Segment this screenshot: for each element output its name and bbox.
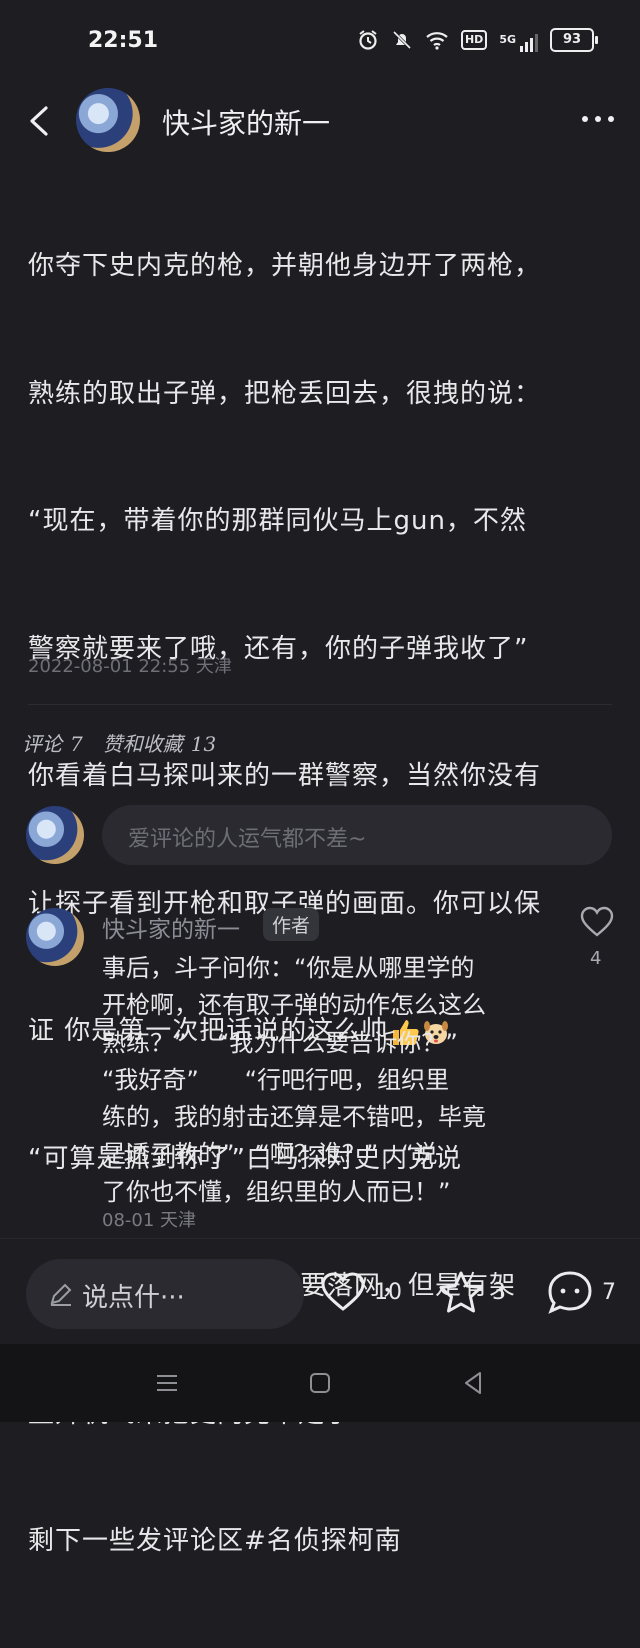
comment-input-placeholder: 爱评论的人运气都不差~: [128, 827, 367, 852]
menu-icon[interactable]: [152, 1368, 182, 1398]
comment-count: 7: [602, 1279, 616, 1305]
comment-button[interactable]: 7: [546, 1267, 616, 1317]
like-count: 10: [374, 1279, 402, 1305]
commenter-name[interactable]: 快斗家的新一: [102, 910, 240, 944]
system-nav-bar: [0, 1344, 640, 1422]
status-time: 22:51: [88, 28, 159, 53]
tab-likes[interactable]: 赞和收藏 13: [103, 728, 216, 757]
my-avatar: [26, 806, 84, 864]
say-something-label: 说点什···: [82, 1283, 185, 1313]
post-timestamp: 2022-08-01 22:55 天津: [28, 656, 232, 677]
back-nav-icon[interactable]: [458, 1368, 488, 1398]
hashtag-link[interactable]: #名侦探柯南: [244, 1526, 402, 1556]
heart-icon: [321, 1272, 365, 1311]
comment-line: “我好奇” “行吧行吧，组织里: [102, 1065, 450, 1094]
comment-like-count: 4: [590, 948, 602, 969]
comment-line: 开枪啊，还有取子弹的动作怎么这么: [102, 991, 486, 1020]
post-line: 你看着白马探叫来的一群警察，当然你没有: [28, 761, 542, 791]
network-label: 5G: [499, 33, 516, 46]
like-button[interactable]: 10: [320, 1267, 402, 1317]
hd-badge: HD: [460, 30, 488, 50]
star-icon: [439, 1271, 483, 1313]
post-line-with-tag: 剩下一些发评论区#名侦探柯南: [28, 1520, 618, 1563]
wifi-icon: [426, 32, 448, 50]
comment-line: 是透子教的” “啊？谁？” “说: [102, 1140, 438, 1169]
mute-icon: [392, 30, 412, 50]
comment-line: 练的，我的射击还算是不错吧，毕竟: [102, 1103, 486, 1132]
post-text: 你夺下史内克的枪，并朝他身边开了两枪， 熟练的取出子弹，把枪丢回去，很拽的说： …: [28, 160, 618, 1648]
pencil-icon: [50, 1283, 72, 1306]
favorite-count: 3: [492, 1279, 506, 1305]
author-name[interactable]: 快斗家的新一: [162, 102, 330, 142]
alarm-icon: [359, 30, 377, 50]
comment-bubble-icon: [548, 1271, 592, 1314]
tab-likes-count: 13: [190, 732, 217, 756]
tab-comments-count: 7: [70, 732, 83, 756]
post-body: 你夺下史内克的枪，并朝他身边开了两枪， 熟练的取出子弹，把枪丢回去，很拽的说： …: [28, 160, 618, 1648]
tab-comments-label: 评论: [22, 732, 62, 756]
comment-tabs: 评论 7 赞和收藏 13: [22, 728, 216, 757]
say-something-input[interactable]: 说点什···: [26, 1259, 304, 1329]
status-bar: 22:51 HD 5G 93: [0, 0, 640, 86]
battery-indicator: 93: [550, 28, 598, 52]
comment-timestamp: 08-01 天津: [102, 1210, 197, 1231]
post-line: 剩下一些发评论区: [28, 1526, 245, 1556]
status-icons: HD 5G 93: [357, 28, 598, 52]
comment-line: 熟练？” “我为什么要告诉你？”: [102, 1028, 458, 1057]
author-avatar[interactable]: [76, 88, 140, 152]
signal-icon: 5G: [499, 28, 538, 52]
comment-like-icon[interactable]: [580, 906, 614, 938]
post-line: “现在，带着你的那群同伙马上gun，不然: [28, 506, 527, 536]
tab-likes-label: 赞和收藏: [102, 732, 183, 756]
post-header: 快斗家的新一: [0, 86, 640, 156]
comment-line: 事后，斗子问你：“你是从哪里学的: [102, 954, 475, 982]
tab-comments[interactable]: 评论 7: [22, 728, 83, 757]
bottom-action-bar: 说点什··· 10 3 7: [0, 1238, 640, 1345]
post-line: 熟练的取出子弹，把枪丢回去，很拽的说：: [28, 378, 542, 409]
post-line: 你夺下史内克的枪，并朝他身边开了两枪，: [28, 251, 542, 281]
comment-input[interactable]: 爱评论的人运气都不差~: [102, 805, 612, 865]
more-options-icon[interactable]: [580, 106, 616, 132]
author-badge: 作者: [263, 908, 320, 941]
divider: [28, 704, 612, 705]
home-icon[interactable]: [305, 1368, 335, 1398]
commenter-avatar[interactable]: [26, 908, 84, 966]
comment-text: 事后，斗子问你：“你是从哪里学的 开枪啊，还有取子弹的动作怎么这么 熟练？” “…: [102, 950, 562, 1211]
back-icon[interactable]: [22, 102, 56, 140]
favorite-button[interactable]: 3: [438, 1267, 506, 1317]
